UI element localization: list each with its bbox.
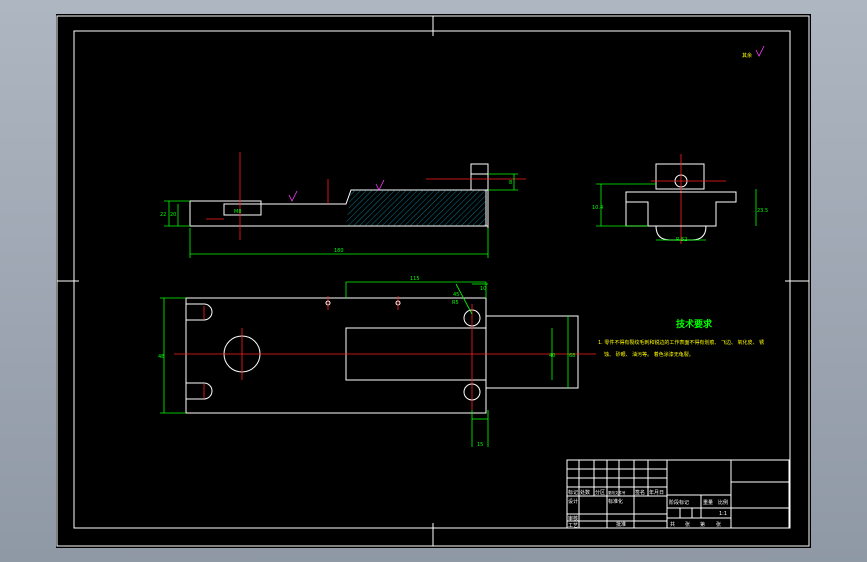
dim-plan-top-length: 115 [410, 276, 420, 282]
tb-stage-label: 阶段标记 [669, 499, 689, 506]
tb-row-label: 标记 [568, 489, 578, 496]
end-view: 10.4 23.5 R 52 [592, 154, 768, 244]
dim-end-right-height: 23.5 [757, 208, 768, 214]
tech-requirements-title: 技术要求 [676, 318, 713, 330]
tb-row-label: 审核 [568, 515, 578, 522]
dim-plan-right-offset: 10 [480, 286, 486, 292]
roughness-mark-icon [288, 190, 298, 202]
title-block: 标记 设计 审核 工艺 处数 分区 更改文件号 签名 年月日 标准化 批准 阶段… [566, 459, 790, 529]
tb-header-cell: 分区 [595, 489, 605, 496]
inner-frame [73, 30, 791, 529]
tb-header-cell: 更改文件号 [608, 490, 626, 495]
tb-row-label: 设计 [568, 498, 578, 505]
dim-step-height: 8 [509, 180, 512, 186]
tb-sheet-label: 共 [670, 521, 675, 528]
tb-sheet-label: 张 [716, 521, 721, 528]
drawing-canvas: 其余 22 20 M8 180 8 10.4 23.5 R 52 48 115 … [56, 14, 811, 548]
outer-frame [56, 15, 810, 547]
tb-header-cell: 处数 [580, 489, 590, 496]
dim-plan-radius: R5 [452, 300, 459, 306]
tb-scale-value: 1:1 [719, 511, 727, 517]
tech-requirements-line2: 蚀、 砂眼、 油污等。 着色涂漆无龟裂。 [604, 351, 694, 358]
roughness-note: 其余 [742, 52, 752, 59]
tb-sheet-label: 张 [685, 521, 690, 528]
tb-header-cell: 签名 [635, 489, 645, 496]
tb-sheet-label: 第 [700, 521, 705, 528]
tech-requirements: 技术要求 1. 零件不得有裂纹毛刺和锐边的工作表面不得有划痕、 飞边、 氧化皮、… [598, 318, 764, 358]
tb-approve-label: 批准 [616, 521, 626, 528]
roughness-symbol-icon [755, 45, 765, 57]
tb-std-label: 标准化 [608, 498, 623, 505]
side-view: 22 20 M8 180 8 [160, 152, 526, 258]
roughness-mark-icon [375, 179, 385, 191]
dim-plan-bottom-offset: 15 [477, 442, 483, 448]
dim-plan-overall-width: 48 [158, 354, 164, 360]
plan-view: 48 115 45 R5 10 15 40 68 [158, 276, 596, 448]
tech-requirements-line1: 1. 零件不得有裂纹毛刺和锐边的工作表面不得有划痕、 飞边、 氧化皮、 锈 [598, 339, 764, 346]
dim-end-left-height: 10.4 [592, 205, 603, 211]
dim-plan-inner-width: 40 [549, 353, 555, 359]
dim-height-outer: 22 [160, 212, 166, 218]
dim-plan-slot-width: 68 [569, 353, 575, 359]
tb-row-label: 工艺 [568, 523, 578, 529]
dim-end-bottom-width: R 52 [676, 237, 687, 243]
tb-header-cell: 年月日 [649, 489, 664, 496]
tb-scale-label: 比例 [718, 499, 728, 506]
cad-drawing: 其余 22 20 M8 180 8 10.4 23.5 R 52 48 115 … [56, 15, 810, 547]
dim-slot-width: M8 [234, 209, 242, 215]
dim-overall-length: 180 [334, 248, 344, 254]
dim-height-inner: 20 [170, 212, 176, 218]
tb-weight-label: 重量 [703, 499, 713, 506]
dim-plan-angle: 45 [453, 292, 459, 298]
